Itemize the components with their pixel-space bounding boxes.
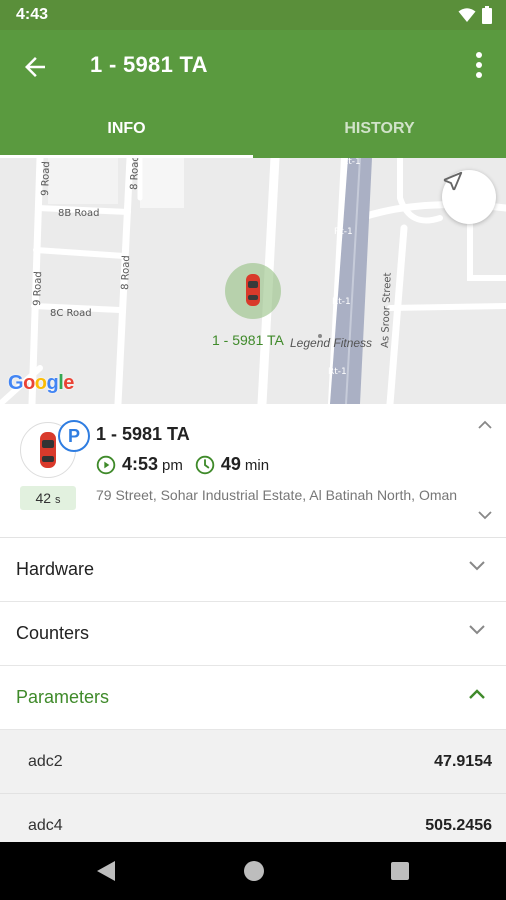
time-value: 4:53: [122, 454, 159, 474]
section-label: Counters: [16, 623, 90, 643]
tab-bar: INFO HISTORY: [0, 110, 506, 158]
map-street-label: 9 Road: [40, 161, 52, 196]
navigation-arrow-icon: [443, 171, 463, 191]
my-location-button[interactable]: [442, 170, 496, 224]
more-vert-icon[interactable]: [472, 50, 486, 80]
parameter-value: 505.2456: [425, 817, 492, 834]
nav-recents-icon[interactable]: [390, 859, 410, 883]
section-label: Hardware: [16, 559, 95, 579]
parameter-value: 47.9154: [434, 753, 492, 770]
map-marker-label: 1 - 5981 TA: [212, 332, 284, 348]
map-street-label: 8 Road: [129, 158, 141, 190]
chevron-down-icon: [469, 625, 485, 635]
status-bar: 4:43: [0, 0, 506, 30]
app-bar: 1 - 5981 TA INFO HISTORY: [0, 30, 506, 158]
tab-history[interactable]: HISTORY: [253, 110, 506, 158]
nav-back-icon[interactable]: [95, 859, 117, 883]
map-street-label: 8B Road: [58, 208, 100, 219]
parameter-row: adc2 47.9154: [0, 730, 506, 794]
map-street-label: 8 Road: [120, 255, 132, 290]
car-icon: [40, 432, 56, 468]
map-view[interactable]: 9 Road 8 Road 8B Road 9 Road 8 Road 8C R…: [0, 158, 506, 404]
parameter-key: adc2: [28, 753, 63, 770]
chevron-up-icon[interactable]: [478, 420, 492, 430]
section-parameters[interactable]: Parameters: [0, 666, 506, 730]
parking-badge: P: [58, 420, 90, 452]
section-counters[interactable]: Counters: [0, 602, 506, 666]
nav-home-icon[interactable]: [242, 859, 266, 883]
map-canvas: 9 Road 8 Road 8B Road 9 Road 8 Road 8C R…: [0, 158, 506, 404]
system-icons: [458, 6, 492, 24]
map-street-label: Rt-1: [332, 297, 351, 307]
vehicle-title: 1 - 5981 TA: [90, 52, 208, 77]
time-unit: pm: [162, 457, 183, 474]
clock-icon: [195, 455, 215, 474]
parameter-key: adc4: [28, 817, 63, 834]
map-street-label: 8C Road: [50, 308, 92, 319]
map-street-label: Rt-1: [334, 227, 353, 237]
tab-info[interactable]: INFO: [0, 110, 253, 158]
car-marker-icon: [246, 274, 260, 306]
seconds-badge: 42 s: [20, 486, 76, 510]
chevron-up-icon: [469, 689, 485, 699]
seconds-unit: s: [54, 494, 61, 506]
wifi-icon: [458, 8, 476, 22]
map-street-label: Rt-1: [342, 158, 361, 167]
section-hardware[interactable]: Hardware: [0, 538, 506, 602]
map-street-label: Rt-1: [328, 367, 347, 377]
battery-icon: [482, 6, 492, 24]
vehicle-name: 1 - 5981 TA: [96, 424, 190, 444]
vehicle-address: 79 Street, Sohar Industrial Estate, Al B…: [96, 487, 458, 503]
chevron-down-icon: [469, 561, 485, 571]
google-logo: Google: [8, 372, 74, 394]
seconds-value: 42: [35, 490, 52, 506]
vehicle-summary[interactable]: P 42 s 1 - 5981 TA 4:53 pm 49 min 79 Stree…: [0, 404, 506, 538]
system-nav-bar: [0, 842, 506, 900]
play-circle-icon: [96, 455, 116, 474]
vehicle-meta: 4:53 pm 49 min: [96, 454, 269, 475]
chevron-down-icon[interactable]: [478, 510, 492, 520]
duration-unit: min: [244, 457, 270, 474]
section-label: Parameters: [16, 687, 110, 707]
status-time: 4:43: [16, 6, 49, 23]
back-arrow-icon[interactable]: [20, 52, 50, 82]
duration-value: 49: [220, 454, 241, 474]
map-street-label: 9 Road: [32, 271, 44, 306]
map-poi-label: Legend Fitness: [290, 336, 373, 350]
